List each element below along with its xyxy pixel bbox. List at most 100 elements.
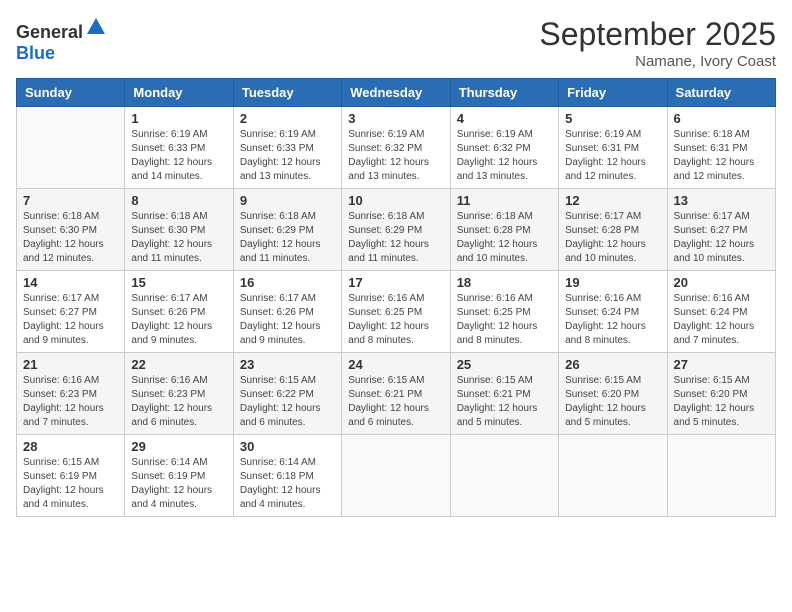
calendar-cell: 20 Sunrise: 6:16 AM Sunset: 6:24 PM Dayli… bbox=[667, 271, 775, 353]
day-number: 23 bbox=[240, 357, 335, 372]
calendar-cell: 16Sunrise: 6:17 AM Sunset: 6:26 PM Dayli… bbox=[233, 271, 341, 353]
header-saturday: Saturday bbox=[667, 79, 775, 107]
day-number: 17 bbox=[348, 275, 443, 290]
day-info: Sunrise: 6:16 AM Sunset: 6:24 PM Dayligh… bbox=[565, 292, 660, 348]
calendar-cell: 10Sunrise: 6:18 AM Sunset: 6:29 PM Dayli… bbox=[342, 189, 450, 271]
day-number: 28 bbox=[23, 439, 118, 454]
header-thursday: Thursday bbox=[450, 79, 558, 107]
day-number: 3 bbox=[348, 111, 443, 126]
day-number: 24 bbox=[348, 357, 443, 372]
day-info: Sunrise: 6:15 AM Sunset: 6:20 PM Dayligh… bbox=[565, 374, 660, 430]
logo: General Blue bbox=[16, 16, 107, 64]
day-info: Sunrise: 6:18 AM Sunset: 6:30 PM Dayligh… bbox=[131, 210, 226, 266]
day-info: Sunrise: 6:16 AM Sunset: 6:24 PM Dayligh… bbox=[674, 292, 769, 348]
logo-general: General bbox=[16, 22, 83, 42]
day-number: 19 bbox=[565, 275, 660, 290]
calendar-cell: 7 Sunrise: 6:18 AM Sunset: 6:30 PM Daylig… bbox=[17, 189, 125, 271]
day-info: Sunrise: 6:19 AM Sunset: 6:32 PM Dayligh… bbox=[348, 128, 443, 184]
day-number: 30 bbox=[240, 439, 335, 454]
day-number: 12 bbox=[565, 193, 660, 208]
calendar-week-2: 7 Sunrise: 6:18 AM Sunset: 6:30 PM Daylig… bbox=[17, 189, 776, 271]
day-info: Sunrise: 6:17 AM Sunset: 6:26 PM Dayligh… bbox=[131, 292, 226, 348]
header-friday: Friday bbox=[559, 79, 667, 107]
calendar-cell: 3 Sunrise: 6:19 AM Sunset: 6:32 PM Daylig… bbox=[342, 107, 450, 189]
calendar-cell: 22 Sunrise: 6:16 AM Sunset: 6:23 PM Dayli… bbox=[125, 353, 233, 435]
day-number: 10 bbox=[348, 193, 443, 208]
calendar-cell: 23Sunrise: 6:15 AM Sunset: 6:22 PM Dayli… bbox=[233, 353, 341, 435]
day-info: Sunrise: 6:14 AM Sunset: 6:18 PM Dayligh… bbox=[240, 456, 335, 512]
calendar-cell: 1Sunrise: 6:19 AM Sunset: 6:33 PM Daylig… bbox=[125, 107, 233, 189]
logo-icon bbox=[85, 16, 107, 38]
day-number: 9 bbox=[240, 193, 335, 208]
day-info: Sunrise: 6:17 AM Sunset: 6:26 PM Dayligh… bbox=[240, 292, 335, 348]
header-monday: Monday bbox=[125, 79, 233, 107]
day-number: 6 bbox=[674, 111, 769, 126]
logo-blue: Blue bbox=[16, 43, 55, 63]
day-info: Sunrise: 6:18 AM Sunset: 6:28 PM Dayligh… bbox=[457, 210, 552, 266]
header-sunday: Sunday bbox=[17, 79, 125, 107]
day-number: 4 bbox=[457, 111, 552, 126]
day-number: 18 bbox=[457, 275, 552, 290]
day-info: Sunrise: 6:15 AM Sunset: 6:20 PM Dayligh… bbox=[674, 374, 769, 430]
header-tuesday: Tuesday bbox=[233, 79, 341, 107]
calendar-cell: 19 Sunrise: 6:16 AM Sunset: 6:24 PM Dayli… bbox=[559, 271, 667, 353]
day-number: 20 bbox=[674, 275, 769, 290]
day-info: Sunrise: 6:19 AM Sunset: 6:31 PM Dayligh… bbox=[565, 128, 660, 184]
calendar-week-5: 28Sunrise: 6:15 AM Sunset: 6:19 PM Dayli… bbox=[17, 435, 776, 517]
calendar-cell: 30 Sunrise: 6:14 AM Sunset: 6:18 PM Dayli… bbox=[233, 435, 341, 517]
day-number: 5 bbox=[565, 111, 660, 126]
day-info: Sunrise: 6:18 AM Sunset: 6:31 PM Dayligh… bbox=[674, 128, 769, 184]
calendar-week-1: 1Sunrise: 6:19 AM Sunset: 6:33 PM Daylig… bbox=[17, 107, 776, 189]
day-info: Sunrise: 6:17 AM Sunset: 6:27 PM Dayligh… bbox=[674, 210, 769, 266]
day-info: Sunrise: 6:14 AM Sunset: 6:19 PM Dayligh… bbox=[131, 456, 226, 512]
day-info: Sunrise: 6:17 AM Sunset: 6:27 PM Dayligh… bbox=[23, 292, 118, 348]
calendar-cell: 27Sunrise: 6:15 AM Sunset: 6:20 PM Dayli… bbox=[667, 353, 775, 435]
day-info: Sunrise: 6:16 AM Sunset: 6:23 PM Dayligh… bbox=[131, 374, 226, 430]
calendar-cell: 14Sunrise: 6:17 AM Sunset: 6:27 PM Dayli… bbox=[17, 271, 125, 353]
day-number: 2 bbox=[240, 111, 335, 126]
day-number: 22 bbox=[131, 357, 226, 372]
month-title: September 2025 bbox=[539, 16, 776, 53]
calendar-cell bbox=[559, 435, 667, 517]
calendar-cell: 18 Sunrise: 6:16 AM Sunset: 6:25 PM Dayli… bbox=[450, 271, 558, 353]
calendar-cell bbox=[342, 435, 450, 517]
calendar-cell: 21Sunrise: 6:16 AM Sunset: 6:23 PM Dayli… bbox=[17, 353, 125, 435]
calendar-cell bbox=[17, 107, 125, 189]
calendar-week-4: 21Sunrise: 6:16 AM Sunset: 6:23 PM Dayli… bbox=[17, 353, 776, 435]
calendar-cell: 28Sunrise: 6:15 AM Sunset: 6:19 PM Dayli… bbox=[17, 435, 125, 517]
day-number: 13 bbox=[674, 193, 769, 208]
day-info: Sunrise: 6:16 AM Sunset: 6:25 PM Dayligh… bbox=[457, 292, 552, 348]
day-info: Sunrise: 6:15 AM Sunset: 6:21 PM Dayligh… bbox=[457, 374, 552, 430]
calendar-cell: 17 Sunrise: 6:16 AM Sunset: 6:25 PM Dayli… bbox=[342, 271, 450, 353]
day-info: Sunrise: 6:16 AM Sunset: 6:25 PM Dayligh… bbox=[348, 292, 443, 348]
calendar-header-row: SundayMondayTuesdayWednesdayThursdayFrid… bbox=[17, 79, 776, 107]
calendar-cell bbox=[450, 435, 558, 517]
location-subtitle: Namane, Ivory Coast bbox=[539, 53, 776, 70]
day-number: 26 bbox=[565, 357, 660, 372]
calendar-cell: 12Sunrise: 6:17 AM Sunset: 6:28 PM Dayli… bbox=[559, 189, 667, 271]
calendar-cell: 25Sunrise: 6:15 AM Sunset: 6:21 PM Dayli… bbox=[450, 353, 558, 435]
day-info: Sunrise: 6:19 AM Sunset: 6:32 PM Dayligh… bbox=[457, 128, 552, 184]
title-block: September 2025 Namane, Ivory Coast bbox=[539, 16, 776, 70]
calendar-cell: 2 Sunrise: 6:19 AM Sunset: 6:33 PM Daylig… bbox=[233, 107, 341, 189]
header-wednesday: Wednesday bbox=[342, 79, 450, 107]
day-info: Sunrise: 6:19 AM Sunset: 6:33 PM Dayligh… bbox=[131, 128, 226, 184]
day-number: 7 bbox=[23, 193, 118, 208]
logo-text: General Blue bbox=[16, 16, 107, 64]
day-number: 11 bbox=[457, 193, 552, 208]
day-info: Sunrise: 6:19 AM Sunset: 6:33 PM Dayligh… bbox=[240, 128, 335, 184]
calendar-cell: 15Sunrise: 6:17 AM Sunset: 6:26 PM Dayli… bbox=[125, 271, 233, 353]
calendar-cell: 29 Sunrise: 6:14 AM Sunset: 6:19 PM Dayli… bbox=[125, 435, 233, 517]
calendar-cell: 13 Sunrise: 6:17 AM Sunset: 6:27 PM Dayli… bbox=[667, 189, 775, 271]
calendar-cell: 4 Sunrise: 6:19 AM Sunset: 6:32 PM Daylig… bbox=[450, 107, 558, 189]
calendar-cell: 26 Sunrise: 6:15 AM Sunset: 6:20 PM Dayli… bbox=[559, 353, 667, 435]
calendar-cell: 11 Sunrise: 6:18 AM Sunset: 6:28 PM Dayli… bbox=[450, 189, 558, 271]
day-number: 29 bbox=[131, 439, 226, 454]
calendar-cell: 8Sunrise: 6:18 AM Sunset: 6:30 PM Daylig… bbox=[125, 189, 233, 271]
calendar-cell: 5 Sunrise: 6:19 AM Sunset: 6:31 PM Daylig… bbox=[559, 107, 667, 189]
day-info: Sunrise: 6:18 AM Sunset: 6:30 PM Dayligh… bbox=[23, 210, 118, 266]
calendar-week-3: 14Sunrise: 6:17 AM Sunset: 6:27 PM Dayli… bbox=[17, 271, 776, 353]
day-info: Sunrise: 6:16 AM Sunset: 6:23 PM Dayligh… bbox=[23, 374, 118, 430]
page-header: General Blue September 2025 Namane, Ivor… bbox=[16, 16, 776, 70]
calendar-cell: 6 Sunrise: 6:18 AM Sunset: 6:31 PM Daylig… bbox=[667, 107, 775, 189]
